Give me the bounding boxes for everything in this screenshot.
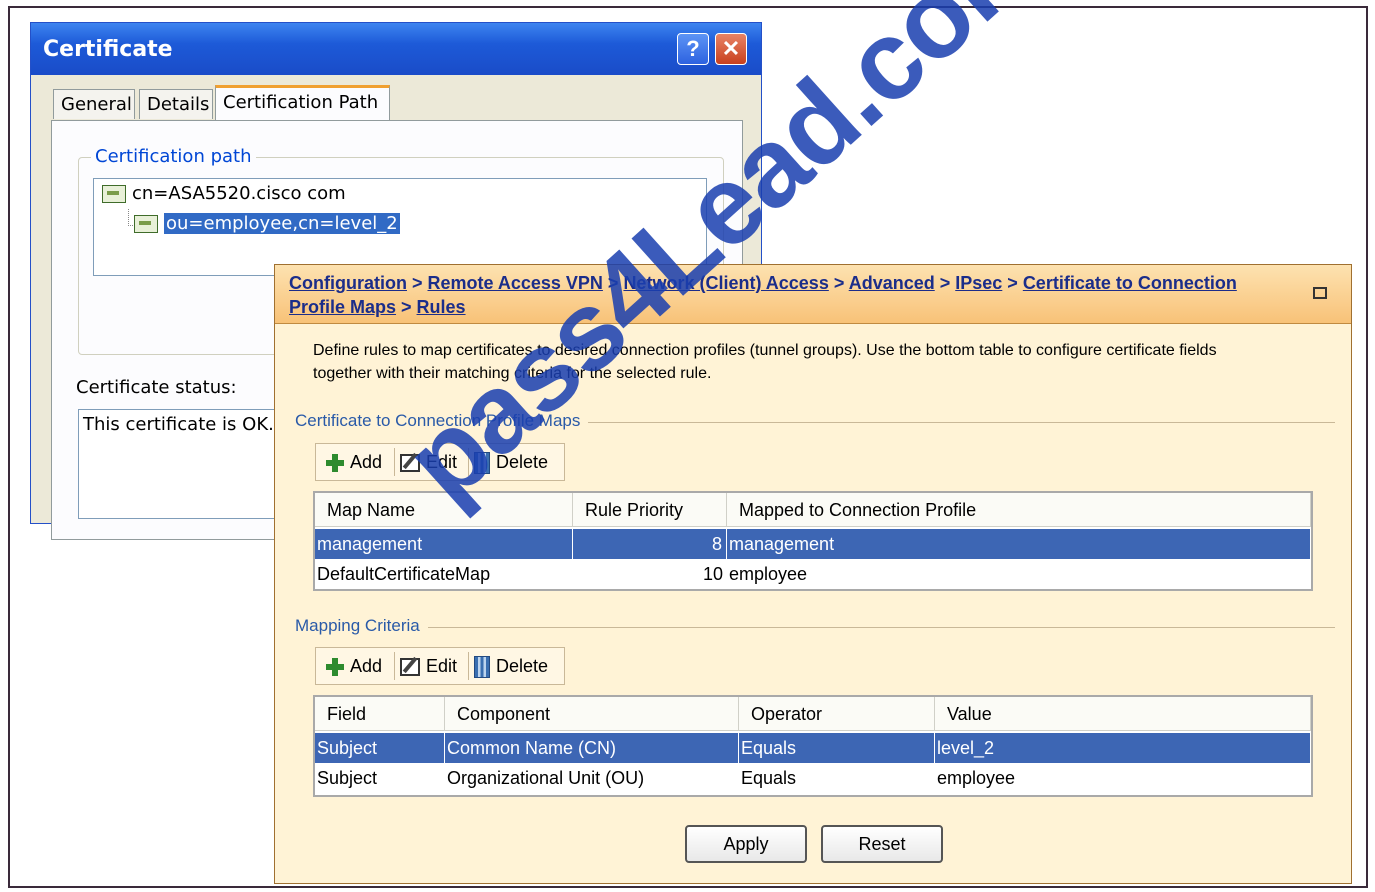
maximize-icon[interactable] [1313,287,1327,299]
tree-item-root[interactable]: cn=ASA5520.cisco com [102,181,346,207]
add-icon [326,454,344,473]
cell-operator: Equals [739,733,935,763]
breadcrumb-advanced[interactable]: Advanced [849,273,935,293]
tree-item-label: ou=employee,cn=level_2 [164,213,400,234]
table-row[interactable]: Subject Organizational Unit (OU) Equals … [315,763,1311,793]
maps-table: Map Name Rule Priority Mapped to Connect… [313,491,1313,591]
panel-header: Configuration > Remote Access VPN > Netw… [275,265,1351,324]
reset-button[interactable]: Reset [821,825,943,863]
tab-details[interactable]: Details [139,89,213,119]
edit-label: Edit [426,452,458,472]
delete-icon [474,452,490,475]
table-row[interactable]: Subject Common Name (CN) Equals level_2 [315,733,1311,763]
certificate-icon [102,185,126,203]
maps-section-title: Certificate to Connection Profile Maps [295,411,589,431]
cell-map-name: DefaultCertificateMap [317,564,491,584]
breadcrumb-separator: > [1002,273,1023,293]
apply-button[interactable]: Apply [685,825,807,863]
cell-profile: management [727,529,1311,559]
cell-field: Subject [315,733,445,763]
edit-icon [400,658,420,677]
breadcrumb-separator: > [602,273,624,293]
panel-description: Define rules to map certificates to desi… [313,342,1217,382]
cell-operator: Equals [741,768,797,788]
certificate-status-label: Certificate status: [76,377,237,398]
certificate-icon [134,215,158,233]
asdm-panel: Configuration > Remote Access VPN > Netw… [274,264,1352,884]
criteria-toolbar: Add Edit Delete [315,647,565,685]
edit-icon [400,454,420,473]
add-label: Add [350,452,383,472]
maps-toolbar: Add Edit Delete [315,443,565,481]
section-divider [295,627,1335,628]
cell-value: employee [937,768,1016,788]
cell-field: Subject [317,768,378,788]
toolbar-separator [394,652,395,680]
title-bar[interactable]: Certificate ? ✕ [31,23,761,75]
column-header-operator[interactable]: Operator [739,697,935,731]
toolbar-separator [394,448,395,476]
tree-item-child[interactable]: ou=employee,cn=level_2 [134,211,400,237]
criteria-section-title: Mapping Criteria [295,616,428,636]
breadcrumb-remote-access-vpn[interactable]: Remote Access VPN [428,273,603,293]
certification-path-label: Certification path [91,146,256,167]
cell-profile: employee [729,564,808,584]
breadcrumb: Configuration > Remote Access VPN > Netw… [289,271,1269,319]
breadcrumb-configuration[interactable]: Configuration [289,273,407,293]
cell-value: level_2 [935,733,1311,763]
table-row[interactable]: DefaultCertificateMap 10 employee [315,559,1311,589]
cell-map-name: management [315,529,573,559]
maps-delete-button[interactable]: Delete [474,449,548,475]
add-icon [326,658,344,677]
maps-edit-button[interactable]: Edit [400,449,457,475]
delete-icon [474,656,490,679]
toolbar-separator [468,448,469,476]
column-header-mapped-profile[interactable]: Mapped to Connection Profile [727,493,1311,527]
breadcrumb-separator: > [934,273,956,293]
column-header-field[interactable]: Field [315,697,445,731]
column-header-value[interactable]: Value [935,697,1311,731]
add-label: Add [350,656,383,676]
close-button[interactable]: ✕ [715,33,747,65]
maps-add-button[interactable]: Add [326,449,382,475]
delete-label: Delete [496,452,549,472]
tree-item-label: cn=ASA5520.cisco com [132,183,346,204]
table-row[interactable]: management 8 management [315,529,1311,559]
breadcrumb-separator: > [406,273,428,293]
cell-rule-priority: 10 [702,564,723,584]
breadcrumb-separator: > [828,273,849,293]
edit-label: Edit [426,656,458,676]
tab-certification-path[interactable]: Certification Path [215,85,390,121]
column-header-rule-priority[interactable]: Rule Priority [573,493,727,527]
certification-path-tree: cn=ASA5520.cisco com ou=employee,cn=leve… [93,178,707,276]
tab-general[interactable]: General [53,89,135,119]
cell-component: Organizational Unit (OU) [447,768,645,788]
window-title: Certificate [43,37,173,62]
column-header-map-name[interactable]: Map Name [315,493,573,527]
criteria-delete-button[interactable]: Delete [474,653,548,679]
cell-component: Common Name (CN) [445,733,739,763]
breadcrumb-rules[interactable]: Rules [417,297,466,317]
toolbar-separator [468,652,469,680]
breadcrumb-separator: > [396,297,417,317]
breadcrumb-ipsec[interactable]: IPsec [955,273,1002,293]
column-header-component[interactable]: Component [445,697,739,731]
help-button[interactable]: ? [677,33,709,65]
criteria-add-button[interactable]: Add [326,653,382,679]
criteria-table: Field Component Operator Value Subject C… [313,695,1313,797]
breadcrumb-network-client-access[interactable]: Network (Client) Access [623,273,828,293]
delete-label: Delete [496,656,549,676]
cell-rule-priority: 8 [573,529,727,559]
criteria-edit-button[interactable]: Edit [400,653,457,679]
